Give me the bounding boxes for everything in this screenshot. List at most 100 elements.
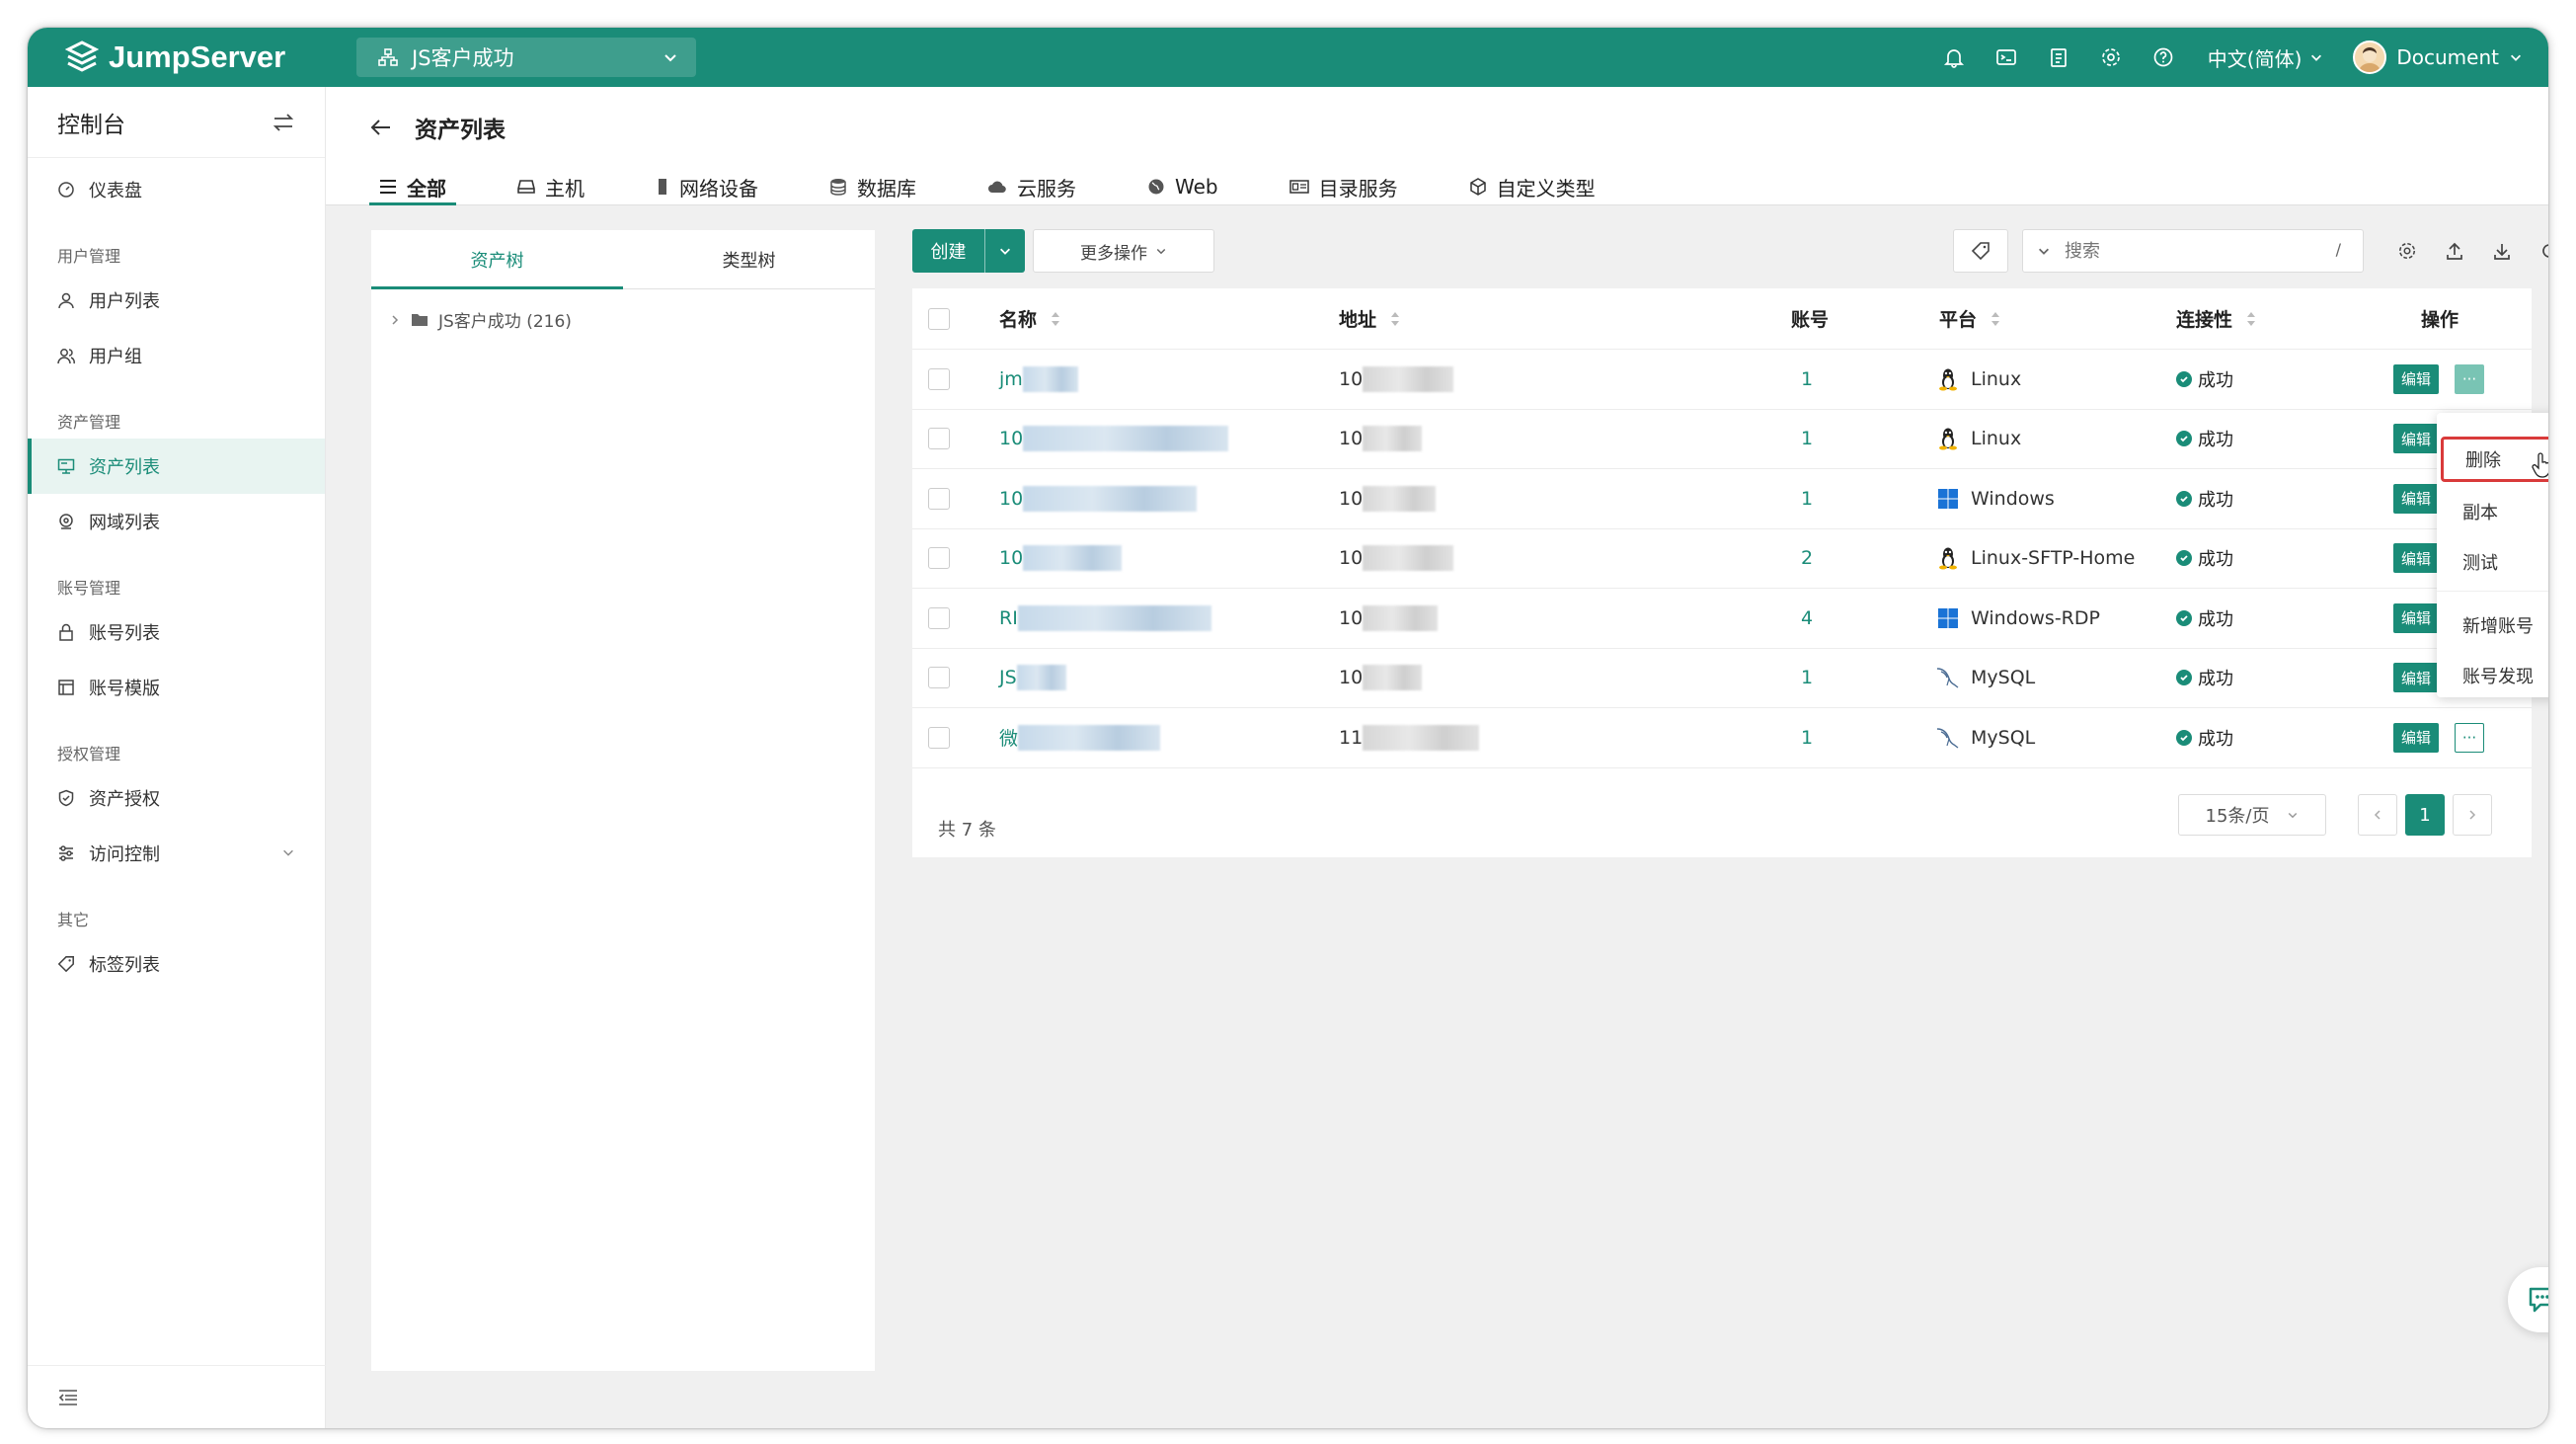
chat-assistant-button[interactable] [2508, 1267, 2548, 1332]
brand-logo[interactable]: JumpServer [65, 36, 285, 79]
row-checkbox[interactable] [928, 606, 950, 629]
table-row[interactable]: 10101Linux成功编辑··· [912, 410, 2532, 469]
accounts-cell[interactable]: 4 [1801, 589, 1813, 648]
asset-name-link[interactable]: RI [999, 607, 1018, 629]
sidebar-item[interactable]: 资产列表 [28, 439, 325, 494]
edit-button[interactable]: 编辑 [2393, 543, 2439, 574]
asset-name-link[interactable]: 10 [999, 428, 1023, 449]
table-row[interactable]: jm 10 1 Linux 成功 编辑 ··· [912, 350, 2532, 410]
select-all-checkbox[interactable] [928, 307, 950, 330]
sidebar-item[interactable]: 网域列表 [28, 494, 325, 549]
account-count-link[interactable]: 1 [1801, 667, 1813, 688]
row-checkbox[interactable] [928, 547, 950, 570]
help-button[interactable] [2138, 28, 2190, 87]
more-actions-button[interactable]: ··· [2455, 363, 2484, 394]
accounts-cell[interactable]: 1 [1801, 469, 1813, 528]
sidebar-item[interactable]: 用户列表 [28, 273, 325, 328]
accounts-cell[interactable]: 1 [1801, 708, 1813, 767]
asset-name-cell[interactable]: jm [999, 350, 1078, 409]
page-1-button[interactable]: 1 [2405, 794, 2445, 836]
sidebar-item[interactable]: 标签列表 [28, 936, 325, 992]
table-row[interactable]: 10101Windows成功编辑··· [912, 469, 2532, 529]
row-checkbox[interactable] [928, 667, 950, 689]
accounts-cell[interactable]: 1 [1801, 410, 1813, 469]
table-row[interactable]: 10102Linux-SFTP-Home成功编辑··· [912, 529, 2532, 589]
menu-item-test[interactable]: 测试 [2437, 539, 2548, 585]
search-box[interactable]: / [2022, 229, 2364, 273]
asset-name-link[interactable]: 10 [999, 488, 1023, 510]
asset-name-link[interactable]: 10 [999, 547, 1023, 569]
sort-icon[interactable] [1051, 311, 1060, 327]
header-name[interactable]: 名称 [999, 288, 1060, 349]
sort-icon[interactable] [1991, 311, 2000, 327]
more-actions-button[interactable]: ··· [2455, 722, 2484, 753]
table-row[interactable]: 微 11 1 MySQL 成功 编辑 ··· [912, 708, 2532, 768]
account-count-link[interactable]: 1 [1801, 368, 1813, 390]
organization-select[interactable]: JS客户成功 [356, 38, 696, 77]
accounts-cell[interactable]: 1 [1801, 649, 1813, 708]
create-button[interactable]: 创建 [912, 229, 1025, 273]
sidebar-item[interactable]: 账号列表 [28, 604, 325, 660]
tab-directory[interactable]: 目录服务 [1280, 168, 1408, 205]
header-platform[interactable]: 平台 [1939, 288, 2000, 349]
account-count-link[interactable]: 1 [1801, 488, 1813, 510]
sidebar-item[interactable]: 访问控制 [28, 826, 325, 881]
table-row[interactable]: RI104Windows-RDP成功编辑··· [912, 589, 2532, 649]
header-connectivity[interactable]: 连接性 [2176, 288, 2256, 349]
account-count-link[interactable]: 2 [1801, 547, 1813, 569]
accounts-cell[interactable]: 2 [1801, 529, 1813, 589]
chevron-right-icon[interactable] [389, 314, 401, 326]
account-count-link[interactable]: 1 [1801, 727, 1813, 749]
next-page-button[interactable] [2453, 794, 2492, 836]
asset-name-cell[interactable]: RI [999, 589, 1211, 648]
tab-asset-tree[interactable]: 资产树 [371, 230, 623, 289]
sidebar-item[interactable]: 资产授权 [28, 770, 325, 826]
asset-name-cell[interactable]: 10 [999, 469, 1198, 528]
chevron-down-icon[interactable] [2037, 244, 2051, 258]
sidebar-item[interactable]: 账号模版 [28, 660, 325, 715]
edit-button[interactable]: 编辑 [2393, 363, 2439, 394]
asset-name-cell[interactable]: JS [999, 649, 1066, 708]
notifications-button[interactable] [1928, 28, 1981, 87]
row-checkbox[interactable] [928, 487, 950, 510]
user-menu[interactable]: Document [2353, 40, 2523, 74]
tab-database[interactable]: 数据库 [820, 168, 926, 205]
create-dropdown[interactable] [985, 229, 1025, 273]
tab-list[interactable]: 全部 [369, 168, 456, 205]
asset-name-cell[interactable]: 微 [999, 708, 1161, 767]
search-input[interactable] [2065, 240, 2282, 262]
page-size-select[interactable]: 15条/页 [2178, 794, 2326, 836]
tab-globe[interactable]: Web [1137, 168, 1228, 205]
more-actions-button[interactable]: 更多操作 [1033, 229, 1214, 273]
menu-item-account-discovery[interactable]: 账号发现 [2437, 653, 2548, 698]
edit-button[interactable]: 编辑 [2393, 722, 2439, 753]
asset-name-link[interactable]: JS [999, 667, 1017, 688]
sort-icon[interactable] [2246, 311, 2256, 327]
create-button-label[interactable]: 创建 [912, 229, 985, 273]
sort-icon[interactable] [1390, 311, 1400, 327]
asset-name-cell[interactable]: 10 [999, 529, 1123, 589]
refresh-button[interactable] [2526, 241, 2548, 261]
back-arrow-icon[interactable] [369, 117, 393, 138]
row-checkbox[interactable] [928, 428, 950, 450]
tab-type-tree[interactable]: 类型树 [623, 230, 875, 288]
language-select[interactable]: 中文(简体) [2208, 43, 2324, 72]
switch-view-icon[interactable] [272, 112, 295, 133]
accounts-cell[interactable]: 1 [1801, 350, 1813, 409]
prev-page-button[interactable] [2358, 794, 2397, 836]
settings-button[interactable] [2085, 28, 2138, 87]
header-address[interactable]: 地址 [1339, 288, 1400, 349]
sidebar-item[interactable]: 仪表盘 [28, 162, 325, 217]
tab-network-device[interactable]: 网络设备 [646, 168, 768, 205]
account-count-link[interactable]: 1 [1801, 428, 1813, 449]
edit-button[interactable]: 编辑 [2393, 483, 2439, 514]
row-checkbox[interactable] [928, 726, 950, 749]
asset-name-cell[interactable]: 10 [999, 410, 1229, 469]
sidebar-item[interactable]: 用户组 [28, 328, 325, 383]
tree-node-root[interactable]: JS客户成功 (216) [371, 289, 875, 332]
account-count-link[interactable]: 4 [1801, 607, 1813, 629]
tab-cloud[interactable]: 云服务 [977, 168, 1086, 205]
asset-name-link[interactable]: 微 [999, 724, 1018, 751]
row-checkbox[interactable] [928, 367, 950, 390]
collapse-menu-icon[interactable] [57, 1388, 79, 1407]
